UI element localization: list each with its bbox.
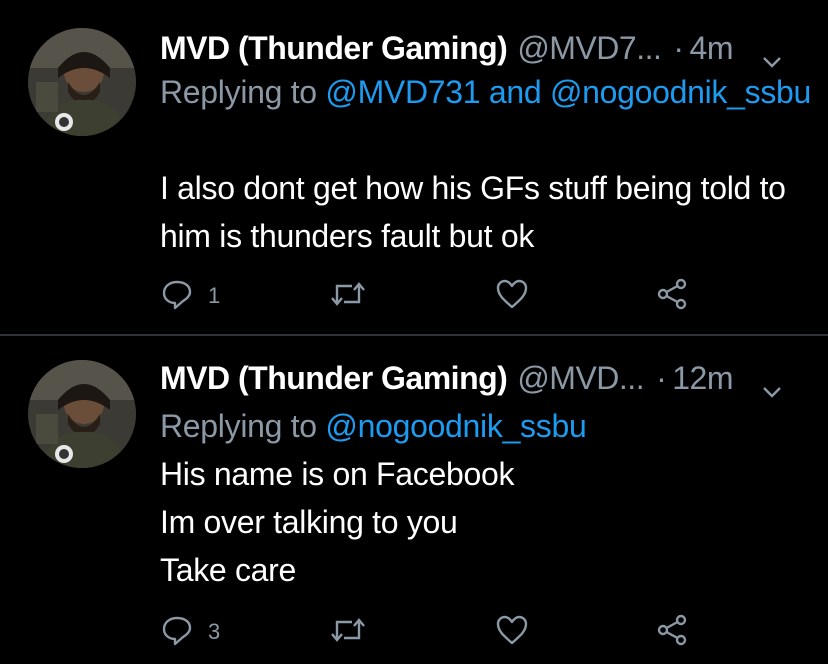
share-icon [654, 613, 690, 652]
replying-mentions[interactable]: @nogoodnik_ssbu [325, 408, 586, 444]
retweet-button[interactable] [328, 612, 382, 652]
author-handle[interactable]: @MVD7... [517, 30, 662, 67]
replying-mentions[interactable]: @MVD731 and @nogoodnik_ssbu [325, 74, 811, 110]
reply-icon [160, 277, 194, 316]
chevron-down-icon[interactable] [762, 370, 782, 407]
like-icon [494, 277, 530, 316]
timestamp[interactable]: 12m [672, 360, 733, 397]
reply-icon [160, 613, 194, 652]
share-button[interactable] [654, 612, 690, 652]
tweet-text-line: His name is on Facebook [160, 456, 515, 492]
like-button[interactable] [494, 276, 544, 316]
retweet-icon [328, 613, 368, 652]
timeline: MVD (Thunder Gaming) @MVD7... · 4m Reply… [0, 0, 828, 664]
avatar[interactable] [28, 360, 136, 468]
tweet-text: I also dont get how his GFs stuff being … [160, 170, 786, 254]
author-name[interactable]: MVD (Thunder Gaming) [160, 360, 508, 397]
like-button[interactable] [494, 612, 544, 652]
retweet-icon [328, 277, 368, 316]
separator-dot: · [673, 29, 684, 66]
tweet-header: MVD (Thunder Gaming) @MVD... · 12m [160, 356, 812, 400]
tweet-text-line: Im over talking to you [160, 504, 458, 540]
action-bar: 1 [160, 276, 720, 316]
tweet-text-line: Take care [160, 552, 297, 588]
tweet[interactable]: MVD (Thunder Gaming) @MVD7... · 4m Reply… [0, 0, 828, 334]
replying-to: Replying to @nogoodnik_ssbu [160, 404, 812, 448]
like-icon [494, 613, 530, 652]
reply-button[interactable]: 1 [160, 276, 220, 316]
reply-button[interactable]: 3 [160, 612, 220, 652]
reply-count: 3 [208, 619, 221, 644]
separator-dot: · [656, 359, 667, 396]
share-button[interactable] [654, 276, 690, 316]
reply-count: 1 [208, 283, 221, 308]
tweet[interactable]: MVD (Thunder Gaming) @MVD... · 12m Reply… [0, 336, 828, 664]
tweet-header: MVD (Thunder Gaming) @MVD7... · 4m [160, 26, 812, 70]
author-name[interactable]: MVD (Thunder Gaming) [160, 30, 508, 67]
tweet-text: His name is on Facebook Im over talking … [160, 450, 812, 594]
share-icon [654, 277, 690, 316]
replying-to: Replying to @MVD731 and @nogoodnik_ssbu [160, 70, 812, 114]
action-bar: 3 [160, 612, 720, 652]
replying-prefix: Replying to [160, 74, 326, 110]
avatar[interactable] [28, 28, 136, 136]
retweet-button[interactable] [328, 276, 382, 316]
author-handle[interactable]: @MVD... [517, 360, 644, 397]
timestamp[interactable]: 4m [690, 30, 734, 67]
replying-prefix: Replying to [160, 408, 326, 444]
